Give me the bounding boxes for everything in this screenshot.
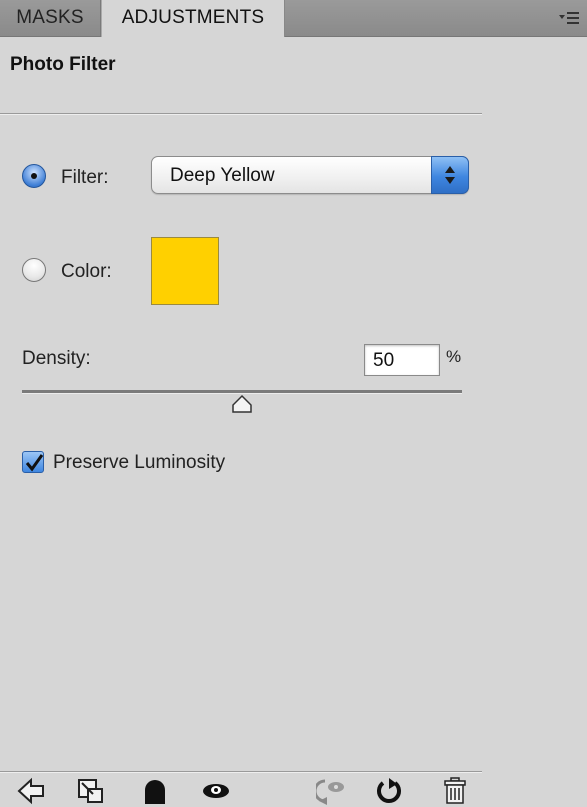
clip-to-layer-icon[interactable] [76, 777, 106, 805]
view-previous-state-icon[interactable] [316, 777, 346, 805]
divider [0, 113, 482, 114]
filter-label: Filter: [61, 167, 109, 188]
density-slider-track[interactable] [22, 390, 462, 393]
checkmark-icon [25, 454, 44, 472]
density-slider-thumb-icon[interactable] [231, 394, 253, 414]
filter-radio[interactable] [22, 164, 46, 188]
color-radio[interactable] [22, 258, 46, 282]
tab-masks[interactable]: MASKS [0, 0, 101, 36]
color-label: Color: [61, 261, 112, 282]
preserve-luminosity-checkbox[interactable] [22, 451, 44, 473]
eye-icon[interactable] [201, 777, 231, 805]
reset-icon[interactable] [375, 777, 405, 805]
density-unit: % [446, 347, 462, 366]
layer-visibility-mask-icon[interactable] [140, 777, 170, 805]
footer-divider [0, 771, 482, 772]
filter-select[interactable]: Deep Yellow [151, 156, 469, 194]
select-arrows-icon [431, 156, 469, 194]
back-arrow-icon[interactable] [16, 777, 46, 805]
color-swatch[interactable] [151, 237, 219, 305]
filter-select-value: Deep Yellow [170, 165, 275, 186]
panel-menu-icon[interactable] [559, 9, 579, 27]
trash-icon[interactable] [440, 777, 470, 805]
density-input[interactable]: 50 [364, 344, 440, 376]
panel-title: Photo Filter [10, 54, 116, 75]
tab-bar: MASKS ADJUSTMENTS [0, 0, 587, 37]
density-label: Density: [22, 348, 91, 369]
tab-adjustments[interactable]: ADJUSTMENTS [101, 0, 285, 37]
preserve-luminosity-label[interactable]: Preserve Luminosity [53, 452, 225, 474]
